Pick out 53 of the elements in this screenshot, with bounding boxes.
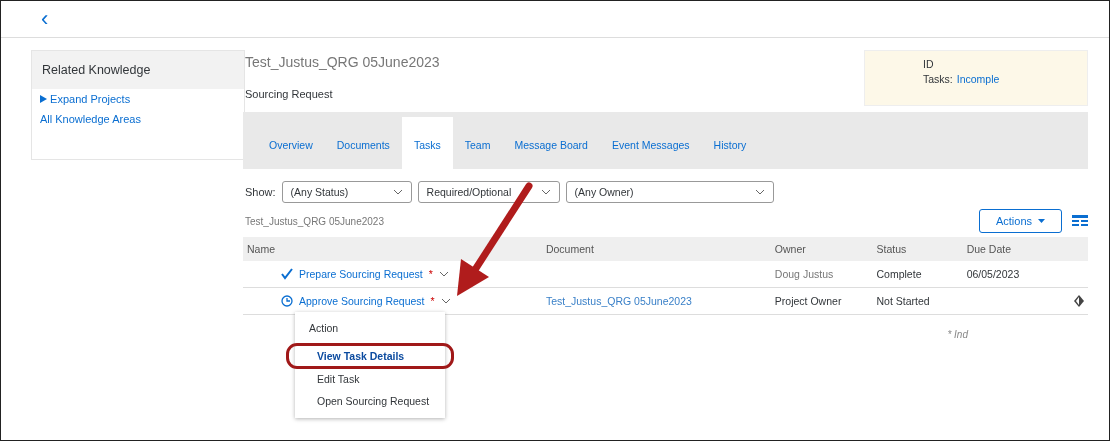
back-button[interactable]: ‹ xyxy=(41,8,49,30)
status-cell: Complete xyxy=(876,268,922,280)
chevron-icon xyxy=(754,189,765,195)
tab[interactable]: Message Board xyxy=(502,117,600,169)
caret-icon xyxy=(1038,219,1045,223)
column-header: Status xyxy=(872,237,963,261)
diamond-icon[interactable] xyxy=(1074,295,1084,307)
check-icon xyxy=(281,268,293,280)
column-header: Owner xyxy=(770,237,873,261)
status-cell: Not Started xyxy=(876,295,930,307)
tab[interactable]: History xyxy=(701,117,759,169)
due-date-cell: 06/05/2023 xyxy=(966,268,1020,280)
tasks-label: Tasks: xyxy=(923,73,953,85)
show-label: Show: xyxy=(245,186,276,198)
project-name: Test_Justus_QRG 05June2023 xyxy=(245,215,384,227)
menu-item[interactable]: Open Sourcing Request xyxy=(295,390,445,412)
required-mark: * xyxy=(430,295,435,307)
tab[interactable]: Overview xyxy=(257,117,325,169)
id-label: ID xyxy=(923,58,934,70)
task-link[interactable]: Prepare Sourcing Request xyxy=(299,268,423,280)
tab[interactable]: Event Messages xyxy=(599,117,702,169)
column-header: Name xyxy=(243,237,542,261)
actions-button[interactable]: Actions xyxy=(978,209,1062,233)
column-header: Due Date xyxy=(962,237,1088,261)
menu-item[interactable]: Edit Task xyxy=(295,368,445,390)
menu-item[interactable]: View Task Details xyxy=(289,346,451,366)
page-title: Test_Justus_QRG 05June2023 xyxy=(245,54,440,70)
footnote: * Ind xyxy=(946,329,970,340)
chevron-icon xyxy=(392,189,403,195)
table-settings-icon[interactable] xyxy=(1072,215,1088,227)
tab[interactable]: Documents xyxy=(324,117,402,169)
filter-dropdown[interactable]: (Any Status) xyxy=(281,181,412,203)
column-header: Document xyxy=(541,237,771,261)
knowledge-link[interactable]: All Knowledge Areas xyxy=(32,109,244,129)
panel-title: Related Knowledge xyxy=(32,51,244,89)
filter-dropdown[interactable]: Required/Optional xyxy=(417,181,560,203)
chevron-icon xyxy=(440,298,451,304)
tasks-link[interactable]: Incomple xyxy=(956,73,1000,85)
document-link[interactable]: Test_Justus_QRG 05June2023 xyxy=(545,295,692,307)
chevron-icon xyxy=(438,271,449,277)
clock-icon xyxy=(281,295,293,307)
owner-cell: Project Owner xyxy=(774,295,842,307)
task-link[interactable]: Approve Sourcing Request xyxy=(299,295,425,307)
expand-link[interactable]: Expand Projects xyxy=(32,89,244,109)
required-mark: * xyxy=(428,268,433,280)
menu-title: Action xyxy=(308,321,340,336)
triangle-icon xyxy=(40,95,47,103)
chevron-icon xyxy=(540,189,551,195)
filter-dropdown[interactable]: (Any Owner) xyxy=(565,181,774,203)
page-subtitle: Sourcing Request xyxy=(245,88,334,100)
tab[interactable]: Tasks xyxy=(401,117,453,169)
owner-cell: Doug Justus xyxy=(774,268,834,280)
tab[interactable]: Team xyxy=(452,117,503,169)
